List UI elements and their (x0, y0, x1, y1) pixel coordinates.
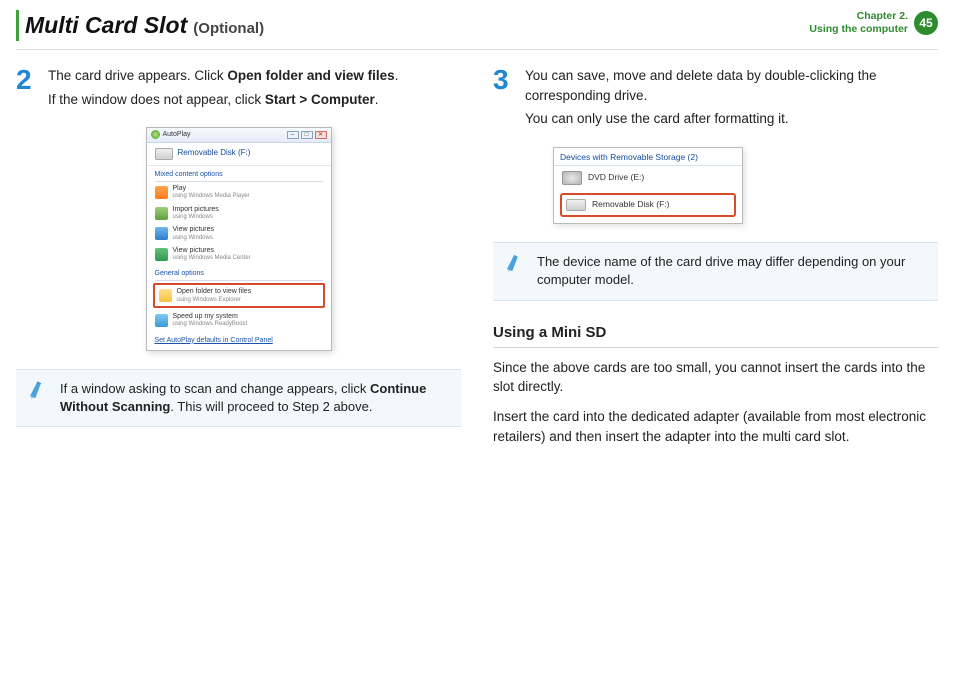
autoplay-title: AutoPlay (163, 130, 191, 139)
autoplay-defaults-link[interactable]: Set AutoPlay defaults in Control Panel (147, 331, 331, 350)
header-meta: Chapter 2. Using the computer 45 (809, 10, 938, 35)
autoplay-icon (151, 130, 160, 139)
step3-line2: You can only use the card after formatti… (525, 109, 938, 129)
devices-header: Devices with Removable Storage (2) (554, 148, 742, 166)
page-header: Multi Card Slot (Optional) Chapter 2. Us… (0, 0, 954, 41)
left-column: 2 The card drive appears. Click Open fol… (16, 66, 461, 456)
note-device-name: The device name of the card drive may di… (493, 242, 938, 300)
autoplay-window: AutoPlay ‒ □ ✕ Removable Disk (F:) Mixed… (146, 127, 332, 351)
import-icon (155, 207, 168, 220)
autoplay-item-view-pictures[interactable]: View picturesusing Windows (147, 223, 331, 244)
minisd-heading: Using a Mini SD (493, 323, 938, 343)
step-number: 2 (16, 66, 40, 113)
page-subtitle: (Optional) (193, 19, 264, 39)
autoplay-item-open-folder[interactable]: Open folder to view filesusing Windows E… (157, 287, 321, 304)
right-column: 3 You can save, move and delete data by … (493, 66, 938, 456)
autoplay-mixed-label: Mixed content options (147, 166, 331, 181)
page-number-badge: 45 (914, 11, 938, 35)
minimize-button[interactable]: ‒ (287, 131, 299, 139)
autoplay-titlebar: AutoPlay ‒ □ ✕ (147, 128, 331, 142)
device-dvd-label: DVD Drive (E:) (588, 172, 644, 183)
wmp-icon (155, 186, 168, 199)
note-text: The device name of the card drive may di… (537, 253, 926, 289)
autoplay-item-readyboost[interactable]: Speed up my systemusing Windows ReadyBoo… (147, 310, 331, 331)
autoplay-highlighted-option: Open folder to view filesusing Windows E… (153, 283, 325, 308)
close-button[interactable]: ✕ (315, 131, 327, 139)
devices-panel: Devices with Removable Storage (2) DVD D… (553, 147, 743, 224)
media-center-icon (155, 248, 168, 261)
autoplay-item-view-pictures-mc[interactable]: View picturesusing Windows Media Center (147, 244, 331, 265)
step2-line2: If the window does not appear, click Sta… (48, 90, 398, 110)
page-title-wrap: Multi Card Slot (Optional) (16, 10, 264, 41)
removable-disk-icon (155, 148, 173, 160)
device-highlight: Removable Disk (F:) (560, 193, 736, 217)
autoplay-drive-label: Removable Disk (F:) (178, 148, 251, 159)
minisd-paragraph-2: Insert the card into the dedicated adapt… (493, 407, 938, 446)
autoplay-item-import[interactable]: Import picturesusing Windows (147, 203, 331, 224)
note-text: If a window asking to scan and change ap… (60, 380, 449, 416)
removable-disk-icon (566, 199, 586, 211)
autoplay-general-label: General options (147, 265, 331, 280)
step-3: 3 You can save, move and delete data by … (493, 66, 938, 133)
autoplay-drive-row: Removable Disk (F:) (147, 143, 331, 166)
chapter-label: Chapter 2. (809, 10, 908, 23)
step-number: 3 (493, 66, 517, 133)
device-dvd-drive[interactable]: DVD Drive (E:) (554, 166, 742, 190)
photo-viewer-icon (155, 227, 168, 240)
section-label: Using the computer (809, 23, 908, 36)
folder-icon (159, 289, 172, 302)
step-2: 2 The card drive appears. Click Open fol… (16, 66, 461, 113)
autoplay-item-play[interactable]: Playusing Windows Media Player (147, 182, 331, 203)
step2-line1: The card drive appears. Click Open folde… (48, 66, 398, 86)
page-title: Multi Card Slot (25, 10, 187, 41)
note-icon (28, 380, 50, 400)
minisd-paragraph-1: Since the above cards are too small, you… (493, 358, 938, 397)
device-removable-label: Removable Disk (F:) (592, 199, 669, 210)
readyboost-icon (155, 314, 168, 327)
maximize-button[interactable]: □ (301, 131, 313, 139)
device-removable-disk[interactable]: Removable Disk (F:) (562, 195, 734, 215)
step3-line1: You can save, move and delete data by do… (525, 66, 938, 105)
note-icon (505, 253, 527, 273)
dvd-drive-icon (562, 171, 582, 185)
note-scan-warning: If a window asking to scan and change ap… (16, 369, 461, 427)
section-divider (493, 347, 938, 348)
